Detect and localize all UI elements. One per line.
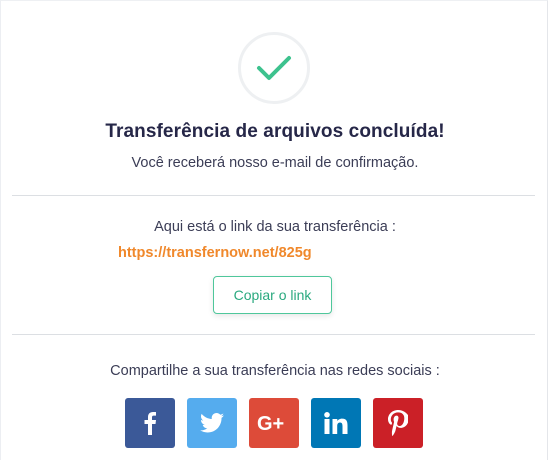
checkmark-icon — [257, 56, 291, 80]
confirmation-subtitle: Você receberá nosso e-mail de confirmaçã… — [131, 155, 419, 171]
pinterest-share-button[interactable] — [373, 398, 423, 448]
google-plus-icon: G+ — [257, 413, 284, 434]
page-title: Transferência de arquivos concluída! — [105, 121, 445, 142]
divider — [12, 195, 535, 196]
share-label: Compartilhe a sua transferência nas rede… — [110, 363, 440, 379]
svg-text:G+: G+ — [257, 413, 284, 434]
twitter-share-button[interactable] — [187, 398, 237, 448]
facebook-share-button[interactable] — [125, 398, 175, 448]
linkedin-share-button[interactable] — [311, 398, 361, 448]
copy-link-button[interactable]: Copiar o link — [213, 276, 332, 314]
facebook-icon — [144, 412, 156, 435]
twitter-icon — [200, 413, 224, 433]
divider — [12, 334, 535, 335]
transfer-complete-panel: Transferência de arquivos concluída! Voc… — [0, 0, 548, 460]
linkedin-icon — [324, 412, 348, 434]
pinterest-icon — [388, 410, 408, 436]
transfer-link[interactable]: https://transfernow.net/825g — [118, 245, 312, 261]
success-badge — [238, 32, 310, 104]
google-plus-share-button[interactable]: G+ — [249, 398, 299, 448]
link-label: Aqui está o link da sua transferência : — [154, 219, 396, 235]
